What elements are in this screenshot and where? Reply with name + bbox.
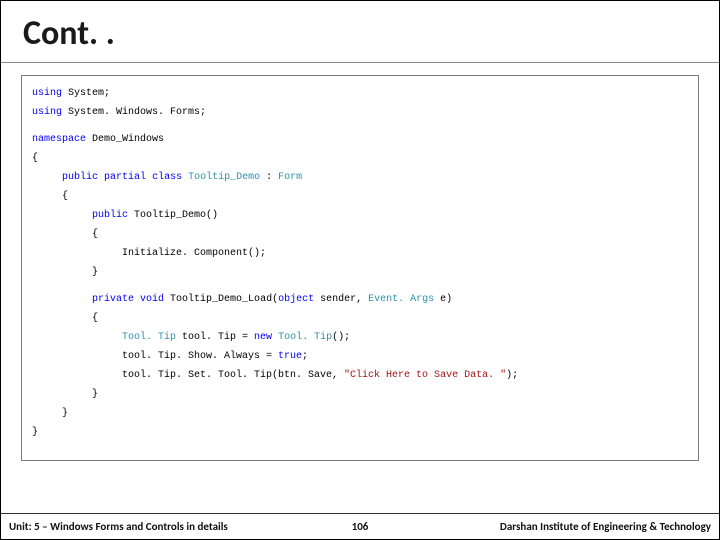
code-line: tool. Tip. Show. Always = true; — [32, 347, 688, 366]
code-line: Tool. Tip tool. Tip = new Tool. Tip(); — [32, 328, 688, 347]
code-line: { — [32, 309, 688, 328]
code-line: private void Tooltip_Demo_Load(object se… — [32, 290, 688, 309]
code-line: namespace Demo_Windows — [32, 130, 688, 149]
footer: Unit: 5 – Windows Forms and Controls in … — [1, 513, 719, 539]
code-box: using System; using System. Windows. For… — [21, 75, 699, 461]
code-line: } — [32, 263, 688, 282]
code-line: public Tooltip_Demo() — [32, 206, 688, 225]
code-line: tool. Tip. Set. Tool. Tip(btn. Save, "Cl… — [32, 366, 688, 385]
code-line: { — [32, 225, 688, 244]
footer-page: 106 — [315, 520, 405, 533]
code-line: Initialize. Component(); — [32, 244, 688, 263]
code-line: using System. Windows. Forms; — [32, 103, 688, 122]
code-line: } — [32, 385, 688, 404]
code-line: } — [32, 423, 688, 442]
code-line: using System; — [32, 84, 688, 103]
code-line: } — [32, 404, 688, 423]
code-line: public partial class Tooltip_Demo : Form — [32, 168, 688, 187]
footer-institute: Darshan Institute of Engineering & Techn… — [405, 520, 719, 533]
code-line: { — [32, 149, 688, 168]
slide-title: Cont. . — [1, 1, 719, 63]
footer-unit: Unit: 5 – Windows Forms and Controls in … — [1, 520, 315, 533]
slide: Cont. . using System; using System. Wind… — [0, 0, 720, 540]
code-line: { — [32, 187, 688, 206]
